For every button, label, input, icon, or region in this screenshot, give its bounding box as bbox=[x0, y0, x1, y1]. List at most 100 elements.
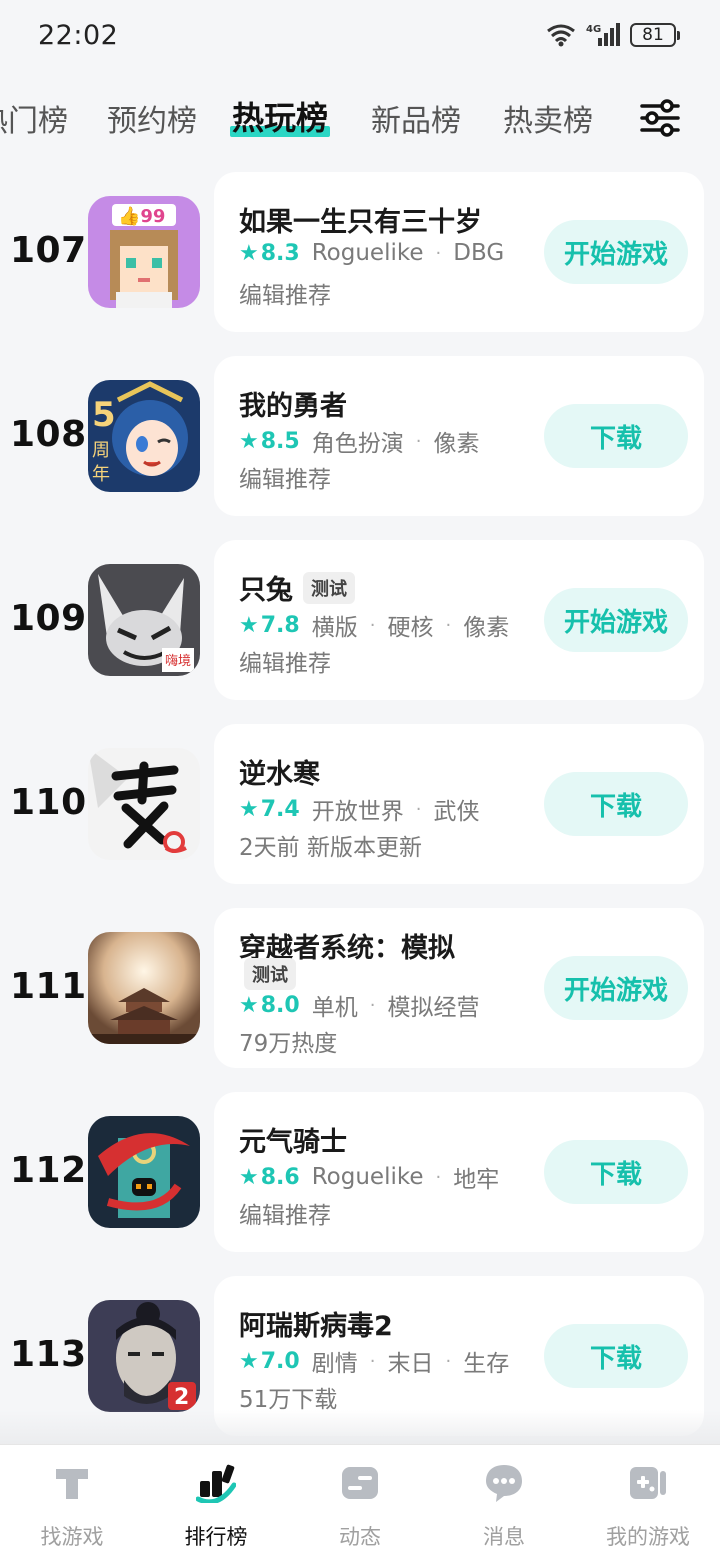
start-game-button[interactable]: 开始游戏 bbox=[544, 220, 688, 284]
game-tag: 像素 bbox=[433, 431, 480, 457]
game-tag: 地牢 bbox=[453, 1167, 500, 1193]
game-meta: ★ 8.5 角色扮演 · 像素 bbox=[239, 424, 479, 458]
rabbit-icon[interactable]: 嗨境 bbox=[88, 564, 200, 676]
game-tag: 单机 bbox=[311, 995, 358, 1021]
battery-level: 81 bbox=[630, 23, 676, 47]
game-row[interactable]: 111 穿越者系统：模拟 测试 ★ 8.0 单机 · 模拟经营 79万热度 开始… bbox=[0, 908, 720, 1068]
game-card[interactable]: 只兔 测试 ★ 7.8 横版 · 硬核 · 像素 编辑推荐 开始游戏 bbox=[214, 540, 704, 700]
download-button[interactable]: 下载 bbox=[544, 1324, 688, 1388]
game-tag: 末日 bbox=[387, 1351, 434, 1377]
nav-my-games[interactable]: 我的游戏 bbox=[576, 1445, 720, 1560]
message-icon bbox=[486, 1465, 522, 1502]
game-meta: ★ 7.0 剧情 · 末日 · 生存 bbox=[239, 1344, 509, 1378]
tab-best-selling[interactable]: 热卖榜 bbox=[503, 96, 593, 140]
tab-hot-play[interactable]: 热玩榜 bbox=[229, 93, 331, 139]
game-card[interactable]: 元气骑士 ★ 8.6 Roguelike · 地牢 编辑推荐 下载 bbox=[214, 1092, 704, 1252]
nav-find-game[interactable]: 找游戏 bbox=[0, 1445, 144, 1560]
rank-number: 110 bbox=[10, 782, 87, 823]
game-title: 我的勇者 bbox=[239, 391, 347, 422]
svg-text:5: 5 bbox=[92, 395, 116, 435]
star-icon: ★ bbox=[239, 796, 259, 822]
cellular-signal-icon: 4G bbox=[586, 23, 620, 46]
tab-reserve[interactable]: 预约榜 bbox=[107, 96, 197, 140]
status-indicators: 4G 81 bbox=[546, 22, 680, 48]
rank-number: 109 bbox=[10, 598, 87, 639]
game-row[interactable]: 110 逆水寒 ★ 7.4 开放世界 · 武侠 2天前 新版本更新 下载 bbox=[0, 724, 720, 884]
svg-text:嗨境: 嗨境 bbox=[165, 654, 191, 669]
rank-number: 113 bbox=[10, 1334, 87, 1375]
game-title: 阿瑞斯病毒2 bbox=[239, 1311, 393, 1342]
start-game-button[interactable]: 开始游戏 bbox=[544, 588, 688, 652]
game-subtitle: 编辑推荐 bbox=[239, 1203, 331, 1229]
wifi-icon bbox=[547, 24, 575, 47]
game-subtitle: 79万热度 bbox=[239, 1031, 338, 1057]
game-tag: 像素 bbox=[463, 615, 510, 641]
game-score: 7.0 bbox=[260, 1348, 300, 1374]
game-subtitle: 编辑推荐 bbox=[239, 467, 331, 493]
svg-text:年: 年 bbox=[92, 464, 110, 485]
game-tag: 剧情 bbox=[311, 1351, 358, 1377]
game-score: 7.8 bbox=[260, 612, 300, 638]
game-meta: ★ 7.4 开放世界 · 武侠 bbox=[239, 792, 479, 826]
game-row[interactable]: 112 元气骑士 ★ 8.6 Roguelike · 地牢 编辑推荐 下载 bbox=[0, 1092, 720, 1252]
start-game-button[interactable]: 开始游戏 bbox=[544, 956, 688, 1020]
tab-hot[interactable]: 热门榜 bbox=[0, 96, 68, 140]
game-score: 8.6 bbox=[260, 1164, 300, 1190]
find-game-icon bbox=[56, 1469, 88, 1499]
game-title: 如果一生只有三十岁 bbox=[239, 207, 482, 238]
survivor-icon[interactable]: 2 bbox=[88, 1300, 200, 1412]
star-icon: ★ bbox=[239, 1164, 259, 1190]
game-tag: Roguelike bbox=[311, 1164, 424, 1190]
knight-icon[interactable] bbox=[88, 1116, 200, 1228]
game-tag: Roguelike bbox=[311, 240, 424, 266]
game-title: 逆水寒 bbox=[239, 759, 320, 790]
game-card[interactable]: 穿越者系统：模拟 测试 ★ 8.0 单机 · 模拟经营 79万热度 开始游戏 bbox=[214, 908, 704, 1068]
status-bar: 22:02 4G 81 bbox=[0, 0, 720, 70]
game-card[interactable]: 如果一生只有三十岁 ★ 8.3 Roguelike · DBG 编辑推荐 开始游… bbox=[214, 172, 704, 332]
ranking-tabs: 热门榜 预约榜 热玩榜 新品榜 热卖榜 bbox=[0, 82, 720, 152]
game-card[interactable]: 我的勇者 ★ 8.5 角色扮演 · 像素 编辑推荐 下载 bbox=[214, 356, 704, 516]
star-icon: ★ bbox=[239, 240, 259, 266]
download-button[interactable]: 下载 bbox=[544, 772, 688, 836]
game-score: 8.5 bbox=[260, 428, 300, 454]
game-row[interactable]: 108 5 周 年 我的勇者 ★ 8.5 角色扮演 · 像素 编辑推荐 下载 bbox=[0, 356, 720, 516]
game-tag: 武侠 bbox=[433, 799, 480, 825]
svg-text:周: 周 bbox=[92, 440, 110, 461]
game-row[interactable]: 107 👍99 如果一生只有三十岁 ★ 8.3 Roguelike · DBG … bbox=[0, 172, 720, 332]
pixel-girl-icon[interactable]: 👍99 bbox=[88, 196, 200, 308]
calligraphy-icon[interactable] bbox=[88, 748, 200, 860]
game-score: 7.4 bbox=[260, 796, 300, 822]
game-subtitle: 51万下载 bbox=[239, 1387, 338, 1413]
game-row[interactable]: 109 嗨境 只兔 测试 ★ 7.8 横版 · 硬核 · 像素 编辑推荐 开始游… bbox=[0, 540, 720, 700]
rank-number: 112 bbox=[10, 1150, 87, 1191]
game-meta: ★ 8.3 Roguelike · DBG bbox=[239, 240, 505, 266]
bottom-fade bbox=[0, 1410, 720, 1446]
feed-icon bbox=[342, 1467, 378, 1499]
nav-feed[interactable]: 动态 bbox=[288, 1445, 432, 1560]
game-tag: 开放世界 bbox=[311, 799, 404, 825]
game-score: 8.3 bbox=[260, 240, 300, 266]
game-tag: DBG bbox=[453, 240, 505, 266]
game-meta: ★ 8.6 Roguelike · 地牢 bbox=[239, 1160, 499, 1194]
download-button[interactable]: 下载 bbox=[544, 404, 688, 468]
rank-number: 107 bbox=[10, 230, 87, 271]
nav-ranking[interactable]: 排行榜 bbox=[144, 1445, 288, 1560]
star-icon: ★ bbox=[239, 1348, 259, 1374]
game-card[interactable]: 逆水寒 ★ 7.4 开放世界 · 武侠 2天前 新版本更新 下载 bbox=[214, 724, 704, 884]
pagoda-icon[interactable] bbox=[88, 932, 200, 1044]
download-button[interactable]: 下载 bbox=[544, 1140, 688, 1204]
nav-message[interactable]: 消息 bbox=[432, 1445, 576, 1560]
rank-number: 108 bbox=[10, 414, 87, 455]
game-score: 8.0 bbox=[260, 992, 300, 1018]
battery-icon: 81 bbox=[630, 23, 680, 47]
game-subtitle: 编辑推荐 bbox=[239, 283, 331, 309]
game-tag: 硬核 bbox=[387, 615, 434, 641]
game-tag: 模拟经营 bbox=[387, 995, 480, 1021]
game-tag: 生存 bbox=[463, 1351, 510, 1377]
anime-hero-icon[interactable]: 5 周 年 bbox=[88, 380, 200, 492]
game-meta: ★ 8.0 单机 · 模拟经营 bbox=[239, 988, 479, 1022]
svg-text:2: 2 bbox=[174, 1385, 189, 1410]
tab-new[interactable]: 新品榜 bbox=[371, 96, 461, 140]
svg-text:👍99: 👍99 bbox=[118, 205, 165, 227]
filter-icon[interactable] bbox=[640, 98, 680, 138]
